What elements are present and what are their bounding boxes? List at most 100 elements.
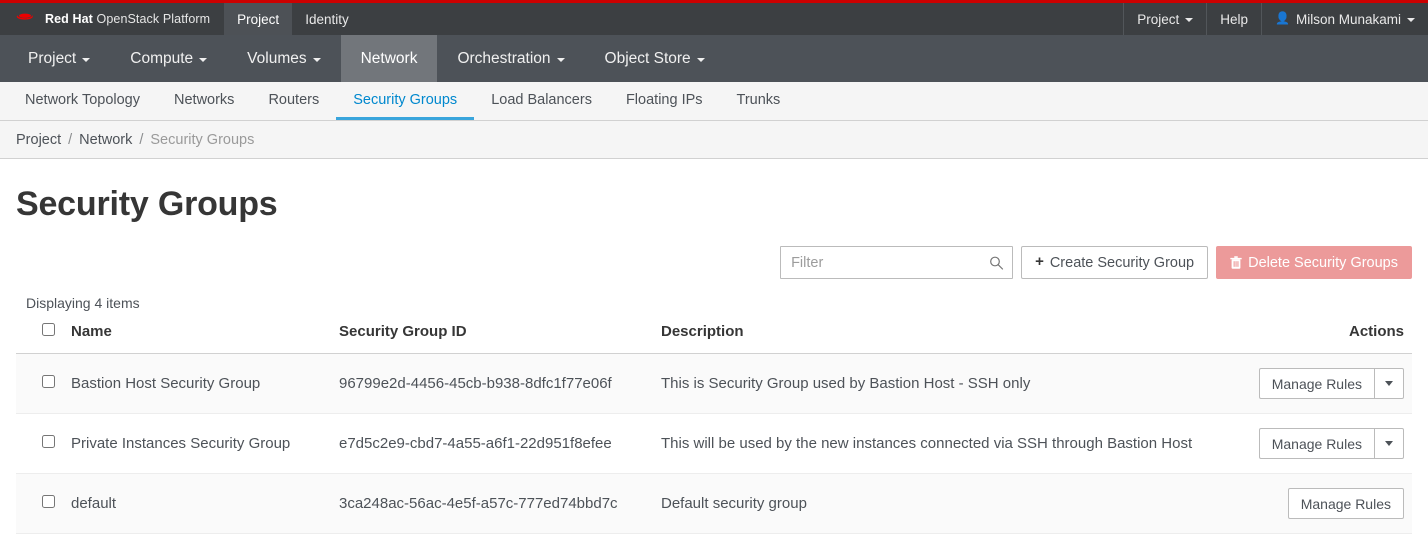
chevron-down-icon xyxy=(199,57,208,62)
column-name[interactable]: Name xyxy=(63,323,331,354)
tab-security-groups[interactable]: Security Groups xyxy=(336,82,475,120)
column-description[interactable]: Description xyxy=(653,323,1240,354)
cell-name: Bastion Host Security Group xyxy=(63,353,331,414)
nav-item-orchestration[interactable]: Orchestration xyxy=(437,35,584,82)
nav-item-orchestration-label: Orchestration xyxy=(457,49,551,67)
tab-floating-ips[interactable]: Floating IPs xyxy=(609,82,720,120)
masthead-right-group: Project Help 👤 Milson Munakami xyxy=(1123,3,1428,35)
column-security-group-id[interactable]: Security Group ID xyxy=(331,323,653,354)
tab-networks[interactable]: Networks xyxy=(157,82,251,120)
tab-routers[interactable]: Routers xyxy=(251,82,336,120)
nav-item-project-label: Project xyxy=(28,49,77,67)
masthead-item-project[interactable]: Project xyxy=(224,3,293,35)
tab-routers-label: Routers xyxy=(268,91,320,108)
table-body: Bastion Host Security Group 96799e2d-445… xyxy=(16,353,1412,534)
manage-rules-button[interactable]: Manage Rules xyxy=(1258,368,1374,399)
secondary-nav: Network Topology Networks Routers Securi… xyxy=(0,82,1428,121)
table-header-row: Name Security Group ID Description Actio… xyxy=(16,323,1412,354)
tab-network-topology-label: Network Topology xyxy=(25,91,140,108)
create-security-group-label: Create Security Group xyxy=(1049,254,1195,271)
cell-actions: Manage Rules xyxy=(1240,413,1412,474)
chevron-down-icon xyxy=(1407,18,1415,22)
chevron-down-icon xyxy=(1185,18,1194,22)
nav-item-compute[interactable]: Compute xyxy=(110,35,227,82)
breadcrumb-item-project[interactable]: Project xyxy=(16,132,61,148)
tab-floating-ips-label: Floating IPs xyxy=(625,91,703,108)
masthead-item-project-label: Project xyxy=(237,11,280,27)
delete-security-groups-label: Delete Security Groups xyxy=(1248,254,1398,271)
breadcrumb-item-security-groups: Security Groups xyxy=(150,131,255,148)
nav-item-project[interactable]: Project xyxy=(8,35,110,82)
nav-item-network-label: Network xyxy=(360,49,418,67)
table-row: default 3ca248ac-56ac-4e5f-a57c-777ed74b… xyxy=(16,473,1412,534)
nav-item-volumes[interactable]: Volumes xyxy=(227,35,340,82)
page-title: Security Groups xyxy=(16,185,278,223)
help-label: Help xyxy=(1220,11,1248,27)
table-toolbar: + Create Security Group Delete Security … xyxy=(16,246,1412,279)
breadcrumb-item-network[interactable]: Network xyxy=(79,132,132,148)
cell-description: This is Security Group used by Bastion H… xyxy=(653,353,1240,414)
user-menu[interactable]: 👤 Milson Munakami xyxy=(1261,3,1428,35)
column-select-all xyxy=(16,323,63,354)
row-checkbox[interactable] xyxy=(42,495,55,508)
help-link[interactable]: Help xyxy=(1206,3,1261,35)
cell-security-group-id: 3ca248ac-56ac-4e5f-a57c-777ed74bbd7c xyxy=(331,473,653,534)
cell-actions: Manage Rules xyxy=(1240,353,1412,414)
tab-network-topology[interactable]: Network Topology xyxy=(8,82,157,120)
cell-name: Private Instances Security Group xyxy=(63,413,331,474)
row-checkbox[interactable] xyxy=(42,375,55,388)
masthead-item-identity[interactable]: Identity xyxy=(292,3,362,35)
tab-load-balancers[interactable]: Load Balancers xyxy=(474,82,609,120)
tab-load-balancers-label: Load Balancers xyxy=(491,91,592,108)
security-groups-table: Name Security Group ID Description Actio… xyxy=(16,323,1412,534)
tab-security-groups-label: Security Groups xyxy=(353,91,458,108)
brand-text: Red Hat OpenStack Platform xyxy=(45,12,210,26)
manage-rules-button[interactable]: Manage Rules xyxy=(1258,428,1374,459)
cell-security-group-id: e7d5c2e9-cbd7-4a55-a6f1-22d951f8efee xyxy=(331,413,653,474)
tab-trunks[interactable]: Trunks xyxy=(720,82,798,120)
page-content: Security Groups + Create Security Group … xyxy=(0,185,1428,534)
nav-item-object-store[interactable]: Object Store xyxy=(585,35,725,82)
table-row: Private Instances Security Group e7d5c2e… xyxy=(16,413,1412,474)
brand-logo[interactable]: Red Hat OpenStack Platform xyxy=(0,3,225,35)
cell-actions: Manage Rules xyxy=(1240,473,1412,534)
user-menu-label: Milson Munakami xyxy=(1295,11,1401,27)
project-switcher-label: Project xyxy=(1137,11,1180,27)
row-actions-dropdown-toggle[interactable] xyxy=(1374,428,1404,459)
primary-nav: Project Compute Volumes Network Orchestr… xyxy=(0,35,1428,82)
item-count: Displaying 4 items xyxy=(26,295,140,311)
search-input[interactable] xyxy=(780,246,1014,279)
masthead: Red Hat OpenStack Platform Project Ident… xyxy=(0,3,1428,35)
cell-description: Default security group xyxy=(653,473,1240,534)
manage-rules-button[interactable]: Manage Rules xyxy=(1287,488,1404,519)
masthead-item-identity-label: Identity xyxy=(305,11,349,27)
action-button-group: Manage Rules xyxy=(1258,428,1404,459)
select-all-checkbox[interactable] xyxy=(42,323,55,336)
action-button-group: Manage Rules xyxy=(1258,368,1404,399)
chevron-down-icon xyxy=(696,57,705,62)
row-select-cell xyxy=(16,413,63,474)
project-switcher[interactable]: Project xyxy=(1123,3,1206,35)
delete-security-groups-button[interactable]: Delete Security Groups xyxy=(1216,246,1412,279)
row-checkbox[interactable] xyxy=(42,435,55,448)
chevron-down-icon xyxy=(1385,381,1393,386)
cell-security-group-id: 96799e2d-4456-45cb-b938-8dfc1f77e06f xyxy=(331,353,653,414)
chevron-down-icon xyxy=(312,57,321,62)
brand-rest: OpenStack Platform xyxy=(96,12,211,26)
plus-icon: + xyxy=(1035,253,1044,270)
tab-trunks-label: Trunks xyxy=(736,91,781,108)
nav-item-compute-label: Compute xyxy=(130,49,194,67)
cell-name: default xyxy=(63,473,331,534)
table-head: Name Security Group ID Description Actio… xyxy=(16,323,1412,354)
nav-item-volumes-label: Volumes xyxy=(247,49,307,67)
user-icon: 👤 xyxy=(1275,11,1290,25)
tab-networks-label: Networks xyxy=(174,91,235,108)
breadcrumb: Project / Network / Security Groups xyxy=(0,121,1428,159)
column-actions: Actions xyxy=(1240,323,1412,354)
chevron-down-icon xyxy=(556,57,565,62)
filter-wrapper xyxy=(780,246,1014,279)
nav-item-network[interactable]: Network xyxy=(340,35,438,82)
chevron-down-icon xyxy=(1385,441,1393,446)
row-actions-dropdown-toggle[interactable] xyxy=(1374,368,1404,399)
create-security-group-button[interactable]: + Create Security Group xyxy=(1021,246,1209,279)
